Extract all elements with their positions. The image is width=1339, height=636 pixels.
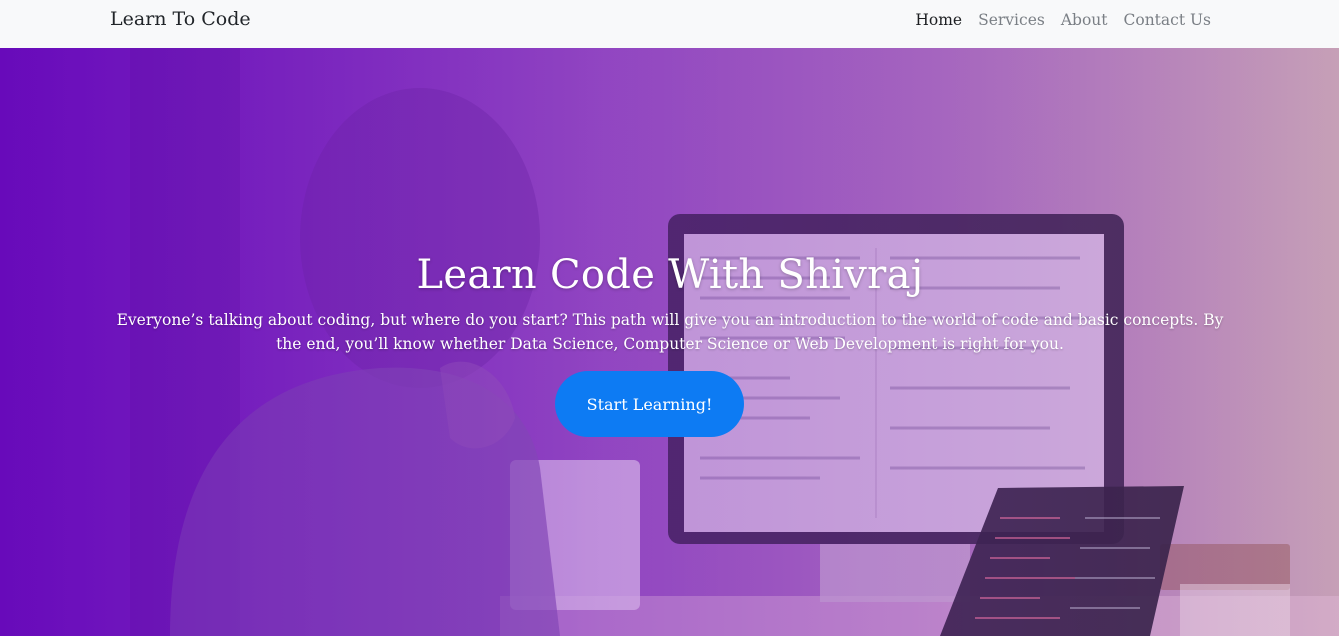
nav-link-contact-us[interactable]: Contact Us — [1124, 11, 1212, 29]
nav-link-about[interactable]: About — [1061, 11, 1108, 29]
hero-description: Everyone’s talking about coding, but whe… — [116, 311, 1224, 353]
navbar: Learn To Code Home Services About Contac… — [0, 0, 1339, 48]
nav-link-home[interactable]: Home — [915, 11, 962, 29]
nav-link-services[interactable]: Services — [978, 11, 1045, 29]
hero-title: Learn Code With Shivraj — [416, 252, 924, 298]
start-learning-button[interactable]: Start Learning! — [555, 371, 744, 437]
brand-logo-link[interactable]: Learn To Code — [110, 8, 251, 30]
nav-links: Home Services About Contact Us — [915, 11, 1211, 29]
hero-content: Learn Code With Shivraj Everyone’s talki… — [110, 48, 1230, 636]
